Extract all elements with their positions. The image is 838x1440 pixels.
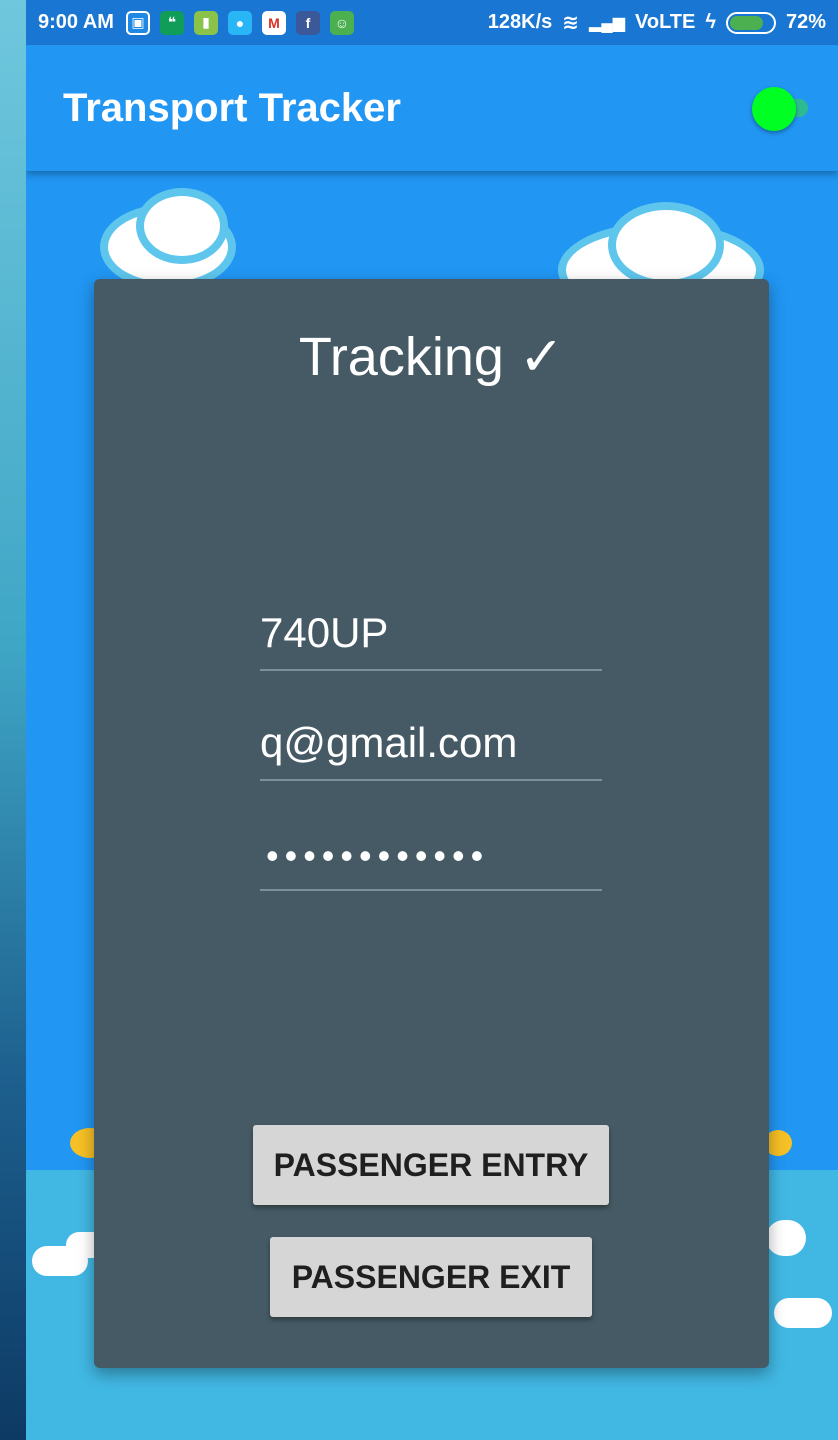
tracking-title: Tracking ✓	[298, 327, 565, 387]
tracking-card: Tracking ✓ 740UP q@gmail.com •••••••••••…	[94, 279, 769, 1368]
cloud-decoration	[616, 210, 716, 280]
app-title: Transport Tracker	[63, 85, 401, 130]
network-type: VoLTE	[635, 11, 696, 33]
charging-icon: ϟ	[705, 11, 716, 33]
passenger-entry-button[interactable]: PASSENGER ENTRY	[253, 1125, 609, 1205]
net-speed: 128K/s	[487, 11, 553, 33]
email-value: q@gmail.com	[260, 719, 518, 766]
hangouts-icon: ❝	[159, 10, 184, 35]
password-value: ••••••••••••	[266, 835, 490, 876]
battery-app-icon: ▮	[193, 10, 218, 35]
tracking-toggle[interactable]	[752, 87, 808, 131]
password-input[interactable]: ••••••••••••	[260, 827, 602, 891]
cloud-decoration	[144, 196, 220, 256]
route-value: 740UP	[260, 609, 389, 656]
app-bar: Transport Tracker	[26, 45, 838, 171]
android-icon: ☺	[329, 10, 354, 35]
cloud-decoration	[766, 1220, 806, 1256]
messenger-icon: ●	[227, 10, 252, 35]
cloud-decoration	[774, 1298, 832, 1328]
route-input[interactable]: 740UP	[260, 579, 602, 671]
bus-icon: ▣	[125, 10, 150, 35]
phone-screen: 9:00 AM ▣ ❝ ▮ ● M f ☺ 128K/s ≋ ▂▄▆ VoLTE…	[26, 0, 838, 1440]
battery-percent: 72%	[785, 11, 826, 33]
status-time: 9:00 AM	[38, 11, 114, 33]
passenger-exit-button[interactable]: PASSENGER EXIT	[270, 1237, 592, 1317]
signal-icon: ▂▄▆	[589, 14, 625, 32]
facebook-icon: f	[295, 10, 320, 35]
gmail-icon: M	[261, 10, 286, 35]
battery-icon	[725, 11, 776, 34]
toggle-thumb	[752, 87, 796, 131]
email-input[interactable]: q@gmail.com	[260, 717, 602, 781]
status-bar: 9:00 AM ▣ ❝ ▮ ● M f ☺ 128K/s ≋ ▂▄▆ VoLTE…	[26, 0, 838, 45]
wifi-icon: ≋	[562, 12, 580, 34]
